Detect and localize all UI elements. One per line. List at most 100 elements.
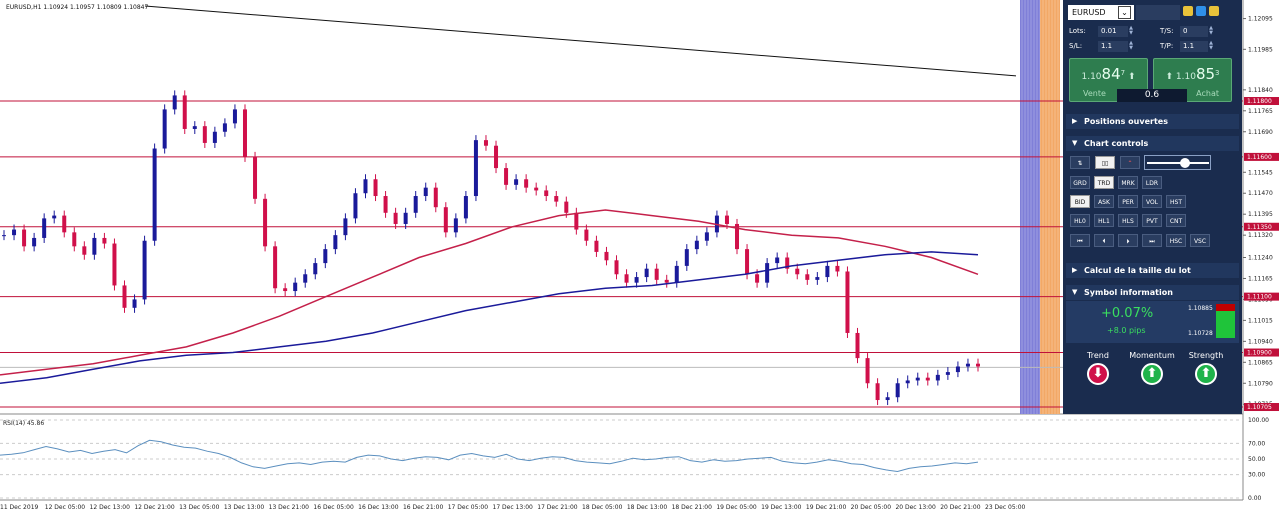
candle-body [473,140,478,197]
caret-down-icon: ▼ [1072,288,1078,296]
time-label: 19 Dec 13:00 [761,504,802,511]
candle-body [885,397,890,401]
y-tick-label: 1.11470 [1248,190,1273,197]
chevron-down-icon[interactable]: ⌄ [1118,6,1131,19]
control-button-ldr[interactable]: LDR [1142,176,1162,189]
rsi-tick-label: 0.00 [1248,495,1262,502]
next-icon[interactable]: ⏵ [1118,234,1138,247]
prev-icon[interactable]: ⏴ [1094,234,1114,247]
candle-body [92,237,97,255]
level-tag-label: 1.10900 [1247,350,1272,357]
ts-label: T/S: [1160,27,1174,35]
candle-body [494,145,499,169]
control-button-hl0[interactable]: HL0 [1070,214,1090,227]
caret-right-icon: ▶ [1072,117,1078,125]
buy-price-sup: 3 [1215,69,1220,77]
day-high: 1.10885 [1188,305,1213,312]
candle-body [614,260,619,275]
level-tag-label: 1.11600 [1247,154,1272,161]
ts-input[interactable]: 0 [1180,26,1208,37]
candle-body [2,235,6,237]
positions-section-header[interactable]: ▶ Positions ouvertes [1066,114,1239,129]
candle-body [72,232,77,247]
rsi-tick-label: 50.00 [1248,456,1265,463]
control-button-trd[interactable]: TRD [1094,176,1114,189]
lot-calc-section-header[interactable]: ▶ Calcul de la taille du lot [1066,263,1239,278]
lock-icon[interactable] [1183,6,1193,16]
tp-stepper[interactable]: ▲ ▼ [1208,41,1214,52]
buy-label: Achat [1196,89,1219,98]
control-button-ask[interactable]: ASK [1094,195,1114,208]
lots-input[interactable]: 0.01 [1098,26,1128,37]
layout-icon[interactable] [1209,6,1219,16]
rsi-title: RSI(14) 45.86 [3,420,44,427]
control-button-per[interactable]: PER [1118,195,1138,208]
sell-price-prefix: 1.10 [1081,72,1102,82]
candle-body [42,218,47,238]
time-label: 20 Dec 05:00 [851,504,892,511]
control-button-grd[interactable]: GRD [1070,176,1090,189]
buy-price-big: 85 [1195,65,1216,83]
symbol-info-section-header[interactable]: ▼ Symbol information [1066,285,1239,300]
candle-body [283,288,288,292]
candle-body [544,190,549,197]
control-button-hl1[interactable]: HL1 [1094,214,1114,227]
candle-body [423,187,428,197]
candle-body [343,218,348,236]
control-button-cnt[interactable]: CNT [1166,214,1186,227]
control-button-vsc[interactable]: VSC [1190,234,1210,247]
bar-type-button[interactable]: ▯▯ [1095,156,1115,169]
control-button-hsc[interactable]: HSC [1166,234,1186,247]
candle-body [664,279,669,283]
control-button-vol[interactable]: VOL [1142,195,1162,208]
candle-type-button[interactable]: ⇅ [1070,156,1090,169]
sl-label: S/L: [1069,42,1083,50]
candle-body [22,229,27,247]
candle-body [443,207,448,233]
time-label: 18 Dec 21:00 [672,504,713,511]
lot-calc-title: Calcul de la taille du lot [1084,266,1191,275]
candle-body [554,196,559,202]
y-tick-label: 1.11395 [1248,211,1273,218]
control-button-pvt[interactable]: PVT [1142,214,1162,227]
chart-controls-section-header[interactable]: ▼ Chart controls [1066,136,1239,151]
control-button-hls[interactable]: HLS [1118,214,1138,227]
sl-stepper[interactable]: ▲ ▼ [1128,41,1134,52]
ts-stepper[interactable]: ▲ ▼ [1208,26,1214,37]
time-label: 16 Dec 13:00 [358,504,399,511]
candle-body [82,246,87,255]
sl-input[interactable]: 1.1 [1098,41,1128,52]
zoom-slider-handle[interactable] [1180,158,1190,168]
symbol-search-input[interactable] [1136,5,1180,20]
candle-body [253,156,258,199]
line-type-button[interactable]: ⌃ [1120,156,1140,169]
candle-body [172,95,177,110]
candle-body [674,265,679,283]
time-label: 17 Dec 13:00 [493,504,534,511]
control-button-hst[interactable]: HST [1166,195,1186,208]
time-label: 13 Dec 05:00 [179,504,220,511]
last-icon[interactable]: ⏭ [1142,234,1162,247]
first-icon[interactable]: ⏮ [1070,234,1090,247]
candle-body [12,229,17,236]
control-button-mrk[interactable]: MRK [1118,176,1138,189]
candle-body [363,179,368,194]
arrow-up-icon: ⬆ [1141,363,1163,385]
control-button-bid[interactable]: BID [1070,195,1090,208]
candle-body [232,109,237,124]
gear-icon[interactable] [1196,6,1206,16]
candle-body [403,212,408,224]
candle-body [965,363,970,367]
y-tick-label: 1.11690 [1248,129,1273,136]
level-tag-label: 1.10705 [1247,404,1272,411]
candle-body [373,179,378,197]
time-label: 17 Dec 05:00 [448,504,489,511]
time-label: 11 Dec 2019 [0,504,39,511]
arrow-down-icon: ⬇ [1087,363,1109,385]
lots-stepper[interactable]: ▲ ▼ [1128,26,1134,37]
candle-body [303,274,308,283]
candle-body [835,265,840,272]
time-label: 18 Dec 13:00 [627,504,668,511]
tp-input[interactable]: 1.1 [1180,41,1208,52]
trading-terminal: EURUSD,H1 1.10924 1.10957 1.10809 1.1084… [0,0,1280,514]
